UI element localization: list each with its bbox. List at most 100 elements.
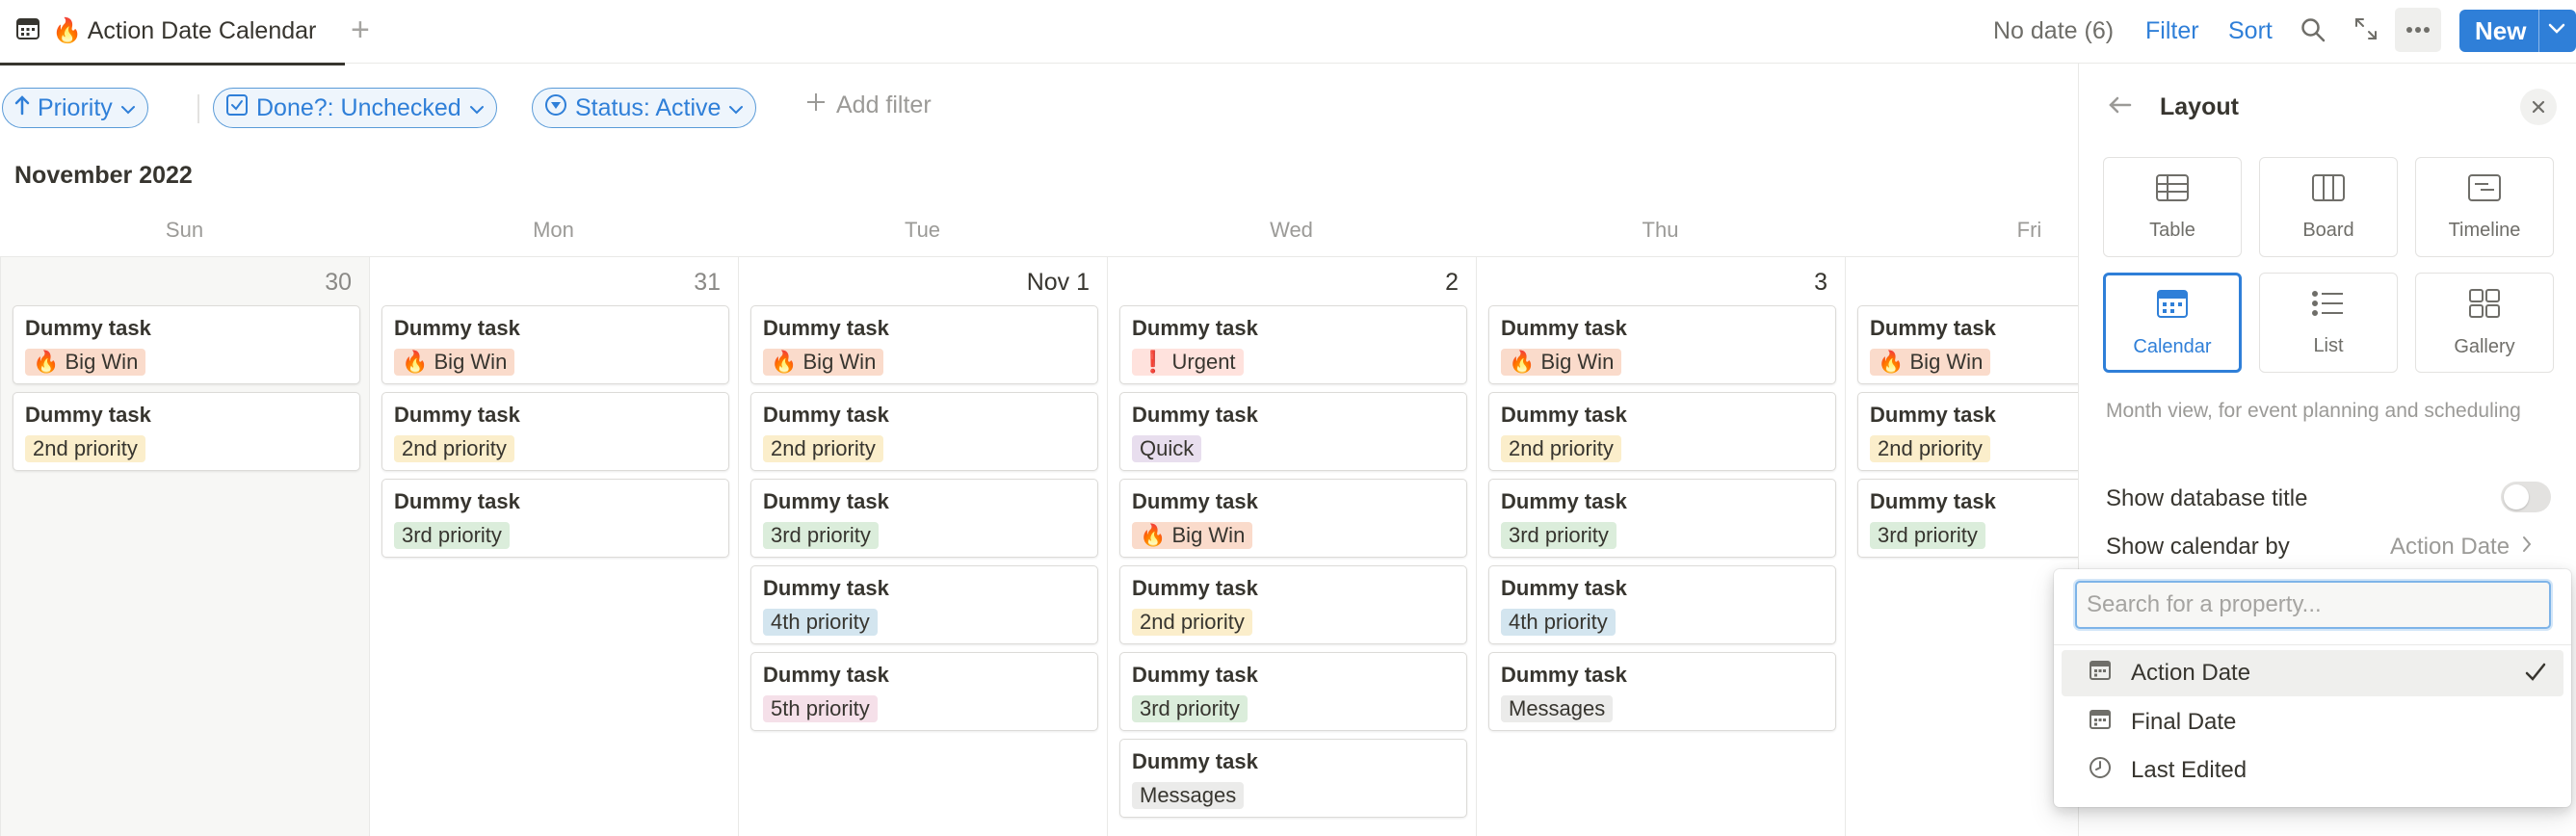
view-tab-title: 🔥 Action Date Calendar — [52, 17, 317, 44]
task-title: Dummy task — [1132, 576, 1258, 600]
search-icon[interactable] — [2300, 16, 2326, 48]
task-title: Dummy task — [763, 316, 889, 340]
task-title: Dummy task — [1132, 663, 1258, 687]
task-card[interactable]: Dummy task 🔥 Big Win — [1488, 305, 1836, 384]
day-cell[interactable]: Nov 1 Dummy task 🔥 Big Win Dummy task 2nd pr… — [738, 256, 1107, 836]
calendar-grid: Sun Mon Tue Wed Thu Fri 30 Dummy task 🔥 Bi… — [0, 212, 2214, 836]
day-number: 2 — [1445, 269, 1459, 296]
task-card[interactable]: Dummy task 5th priority — [750, 652, 1098, 731]
task-card[interactable]: Dummy task ❗ Urgent — [1119, 305, 1467, 384]
show-calendar-by-select[interactable]: Action Date — [2390, 534, 2533, 561]
property-dropdown: Action Date Final Date Last Edited — [2054, 569, 2571, 807]
layout-option-label: Board — [2302, 219, 2354, 241]
task-card[interactable]: Dummy task 2nd priority — [1119, 565, 1467, 644]
task-card[interactable]: Dummy task 2nd priority — [1488, 392, 1836, 471]
done-filter-label: Done?: Unchecked — [256, 93, 461, 121]
plus-icon — [805, 91, 827, 119]
task-card[interactable]: Dummy task 3rd priority — [1119, 652, 1467, 731]
priority-tag: 2nd priority — [763, 435, 883, 462]
priority-sort-pill[interactable]: Priority — [2, 88, 148, 128]
task-card[interactable]: Dummy task 3rd priority — [750, 479, 1098, 558]
layout-option-gallery[interactable]: Gallery — [2415, 273, 2554, 373]
task-title: Dummy task — [763, 403, 889, 427]
add-filter-label: Add filter — [836, 91, 932, 118]
priority-tag: Quick — [1132, 435, 1202, 462]
task-title: Dummy task — [394, 489, 520, 513]
priority-tag: ❗ Urgent — [1132, 349, 1244, 376]
add-filter-button[interactable]: Add filter — [805, 91, 932, 119]
chevron-down-icon[interactable] — [2539, 22, 2566, 40]
task-card[interactable]: Dummy task 3rd priority — [381, 479, 729, 558]
task-card[interactable]: Dummy task 🔥 Big Win — [13, 305, 360, 384]
layout-option-table[interactable]: Table — [2103, 157, 2242, 257]
task-card[interactable]: Dummy task 2nd priority — [13, 392, 360, 471]
sort-button[interactable]: Sort — [2228, 17, 2273, 45]
task-card[interactable]: Dummy task 2nd priority — [750, 392, 1098, 471]
task-title: Dummy task — [1501, 489, 1627, 513]
show-calendar-by-label: Show calendar by — [2106, 534, 2290, 560]
day-cell[interactable]: 2 Dummy task ❗ Urgent Dummy task Quick Dummy … — [1107, 256, 1476, 836]
layout-option-board[interactable]: Board — [2259, 157, 2398, 257]
filter-button[interactable]: Filter — [2145, 17, 2199, 45]
day-cell[interactable]: 30 Dummy task 🔥 Big Win Dummy task 2nd prior… — [0, 256, 369, 836]
close-icon[interactable] — [2520, 89, 2557, 125]
status-icon — [544, 93, 567, 123]
done-filter-pill[interactable]: Done?: Unchecked — [213, 88, 497, 128]
priority-tag: 2nd priority — [1870, 435, 1990, 462]
task-title: Dummy task — [394, 316, 520, 340]
property-option-action-date[interactable]: Action Date — [2062, 650, 2563, 696]
show-title-toggle[interactable] — [2501, 482, 2551, 512]
priority-tag: 🔥 Big Win — [763, 349, 884, 376]
day-number: 3 — [1814, 269, 1827, 296]
task-title: Dummy task — [1132, 749, 1258, 773]
task-card[interactable]: Dummy task 🔥 Big Win — [750, 305, 1098, 384]
board-icon — [2311, 173, 2346, 208]
property-option-label: Action Date — [2131, 660, 2251, 686]
property-option-last-edited[interactable]: Last Edited — [2062, 747, 2563, 794]
checkbox-icon — [225, 93, 249, 123]
layout-option-timeline[interactable]: Timeline — [2415, 157, 2554, 257]
month-title: November 2022 — [14, 162, 193, 189]
task-card[interactable]: Dummy task 4th priority — [1488, 565, 1836, 644]
task-card[interactable]: Dummy task Messages — [1119, 739, 1467, 818]
new-button[interactable]: New — [2459, 10, 2576, 52]
day-cell[interactable]: 31 Dummy task 🔥 Big Win Dummy task 2nd prior… — [369, 256, 738, 836]
task-card[interactable]: Dummy task 2nd priority — [381, 392, 729, 471]
no-date-button[interactable]: No date (6) — [1993, 17, 2114, 45]
status-filter-pill[interactable]: Status: Active — [532, 88, 757, 128]
task-card[interactable]: Dummy task 🔥 Big Win — [381, 305, 729, 384]
task-title: Dummy task — [1132, 316, 1258, 340]
property-search-input[interactable] — [2075, 581, 2551, 629]
priority-pill-label: Priority — [38, 93, 113, 121]
more-options-icon[interactable] — [2395, 8, 2441, 52]
task-card[interactable]: Dummy task Messages — [1488, 652, 1836, 731]
view-tab[interactable]: 🔥 Action Date Calendar — [0, 0, 345, 65]
task-card[interactable]: Dummy task 4th priority — [750, 565, 1098, 644]
priority-tag: 2nd priority — [1501, 435, 1621, 462]
calendar-icon — [2089, 659, 2112, 689]
task-title: Dummy task — [394, 403, 520, 427]
layout-description: Month view, for event planning and sched… — [2106, 400, 2521, 422]
back-arrow-icon[interactable] — [2106, 91, 2135, 124]
layout-option-calendar[interactable]: Calendar — [2103, 273, 2242, 373]
chevron-down-icon — [120, 94, 136, 122]
weekday-label: Mon — [533, 218, 574, 242]
task-card[interactable]: Dummy task 3rd priority — [1488, 479, 1836, 558]
add-view-icon[interactable]: + — [351, 13, 370, 46]
priority-tag: 🔥 Big Win — [1501, 349, 1622, 376]
task-title: Dummy task — [25, 316, 151, 340]
layout-option-list[interactable]: List — [2259, 273, 2398, 373]
expand-icon[interactable] — [2353, 16, 2379, 46]
priority-tag: 🔥 Big Win — [1132, 522, 1253, 549]
weekday-label: Sun — [165, 218, 204, 242]
task-title: Dummy task — [1132, 403, 1258, 427]
priority-tag: 2nd priority — [25, 435, 145, 462]
task-title: Dummy task — [763, 663, 889, 687]
layout-option-label: Table — [2149, 219, 2195, 241]
day-cell[interactable]: 3 Dummy task 🔥 Big Win Dummy task 2nd priori… — [1476, 256, 1845, 836]
task-card[interactable]: Dummy task Quick — [1119, 392, 1467, 471]
status-filter-label: Status: Active — [575, 93, 722, 121]
priority-tag: 3rd priority — [1501, 522, 1617, 549]
task-card[interactable]: Dummy task 🔥 Big Win — [1119, 479, 1467, 558]
property-option-final-date[interactable]: Final Date — [2062, 699, 2563, 745]
